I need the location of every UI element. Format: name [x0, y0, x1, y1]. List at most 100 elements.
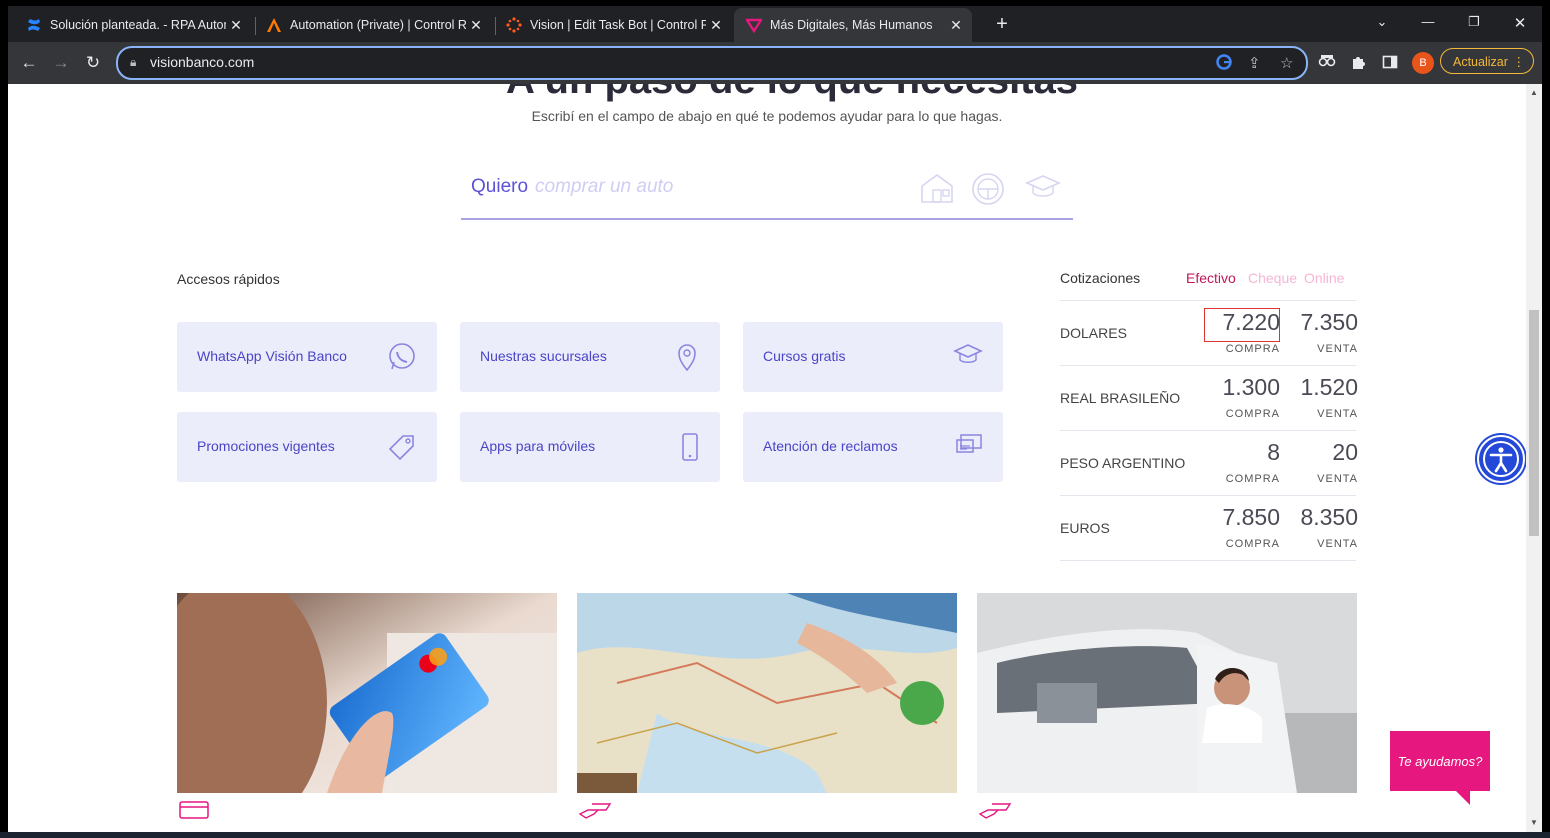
quote-row: REAL BRASILEÑO 1.300 1.520 COMPRA VENTA — [1060, 366, 1358, 431]
close-tab-icon[interactable]: ✕ — [946, 17, 966, 34]
update-button[interactable]: Actualizar ⋮ — [1440, 48, 1534, 74]
buy-label: COMPRA — [1225, 408, 1280, 420]
close-tab-icon[interactable]: ✕ — [466, 17, 486, 34]
tab-efectivo[interactable]: Efectivo — [1186, 270, 1236, 286]
buy-label: COMPRA — [1225, 473, 1280, 485]
taskbar-edge — [0, 832, 1550, 838]
currency-name: PESO ARGENTINO — [1060, 455, 1186, 471]
house-icon[interactable] — [919, 172, 955, 209]
maximize-icon[interactable]: ❐ — [1454, 14, 1494, 30]
help-chat-button[interactable]: Te ayudamos? — [1390, 731, 1490, 791]
smartphone-icon — [680, 432, 700, 467]
currency-name: DOLARES — [1060, 325, 1127, 341]
address-bar[interactable]: 🔒︎ visionbanco.com ⇪ ☆ — [116, 46, 1308, 80]
accessibility-icon — [1483, 441, 1519, 477]
quick-access-label: WhatsApp Visión Banco — [197, 348, 347, 364]
graduation-cap-icon — [953, 342, 983, 373]
promo-image-map[interactable] — [577, 593, 957, 793]
steering-wheel-icon[interactable] — [971, 172, 1005, 211]
lock-icon[interactable]: 🔒︎ — [130, 55, 136, 70]
new-tab-button[interactable]: + — [990, 12, 1014, 36]
buy-label: COMPRA — [1225, 538, 1280, 550]
automation-anywhere-icon — [266, 17, 282, 33]
tab-cheque[interactable]: Cheque — [1248, 270, 1297, 286]
google-icon[interactable] — [1216, 54, 1232, 74]
share-icon[interactable]: ⇪ — [1248, 54, 1261, 72]
scroll-down-icon[interactable]: ▼ — [1529, 818, 1539, 827]
tab-solucion[interactable]: Solución planteada. - RPA Autom ✕ — [14, 8, 252, 42]
sell-label: VENTA — [1317, 538, 1358, 550]
profile-avatar[interactable]: B — [1412, 52, 1434, 74]
buy-label: COMPRA — [1225, 343, 1280, 355]
confluence-icon — [26, 17, 42, 33]
tab-search-icon[interactable]: ⌄ — [1362, 14, 1402, 30]
price-tag-icon — [388, 432, 417, 467]
extensions-puzzle-icon[interactable] — [1350, 54, 1366, 74]
minimize-icon[interactable]: — — [1408, 14, 1448, 29]
quick-access-label: Atención de reclamos — [763, 438, 898, 454]
tab-strip: Solución planteada. - RPA Autom ✕ Automa… — [8, 6, 1542, 42]
sell-value: 1.520 — [1300, 374, 1358, 400]
promo-image-credit-card[interactable] — [177, 593, 557, 793]
search-prefix: Quiero — [471, 176, 529, 197]
scroll-up-icon[interactable]: ▲ — [1529, 88, 1539, 97]
sell-value: 20 — [1332, 439, 1358, 465]
reload-icon[interactable]: ↻ — [82, 52, 104, 74]
quick-access-cursos[interactable]: Cursos gratis — [743, 322, 1003, 392]
hand-money-icon — [978, 800, 1012, 825]
browser-toolbar: ← → ↻ 🔒︎ visionbanco.com ⇪ ☆ B Actualiza… — [8, 42, 1542, 84]
hand-money-icon — [578, 800, 612, 825]
help-chat-tail — [1456, 791, 1470, 805]
complaint-monitor-icon — [955, 432, 983, 463]
quick-access-label: Cursos gratis — [763, 348, 846, 364]
highlight-selection-box — [1204, 308, 1280, 342]
hero-subtitle: Escribí en el campo de abajo en qué te p… — [531, 108, 1003, 124]
scrollbar-thumb[interactable] — [1529, 310, 1539, 536]
quick-access-whatsapp[interactable]: WhatsApp Visión Banco — [177, 322, 437, 392]
more-menu-icon[interactable]: ⋮ — [1513, 49, 1526, 75]
close-window-icon[interactable]: ✕ — [1500, 14, 1540, 32]
buy-value: 8 — [1267, 439, 1280, 465]
vision-banco-icon — [746, 17, 762, 33]
search-box[interactable]: Quiero — [461, 168, 1073, 220]
quick-access-sucursales[interactable]: Nuestras sucursales — [460, 322, 720, 392]
tab-title: Automation (Private) | Control Ro — [290, 18, 466, 32]
whatsapp-icon — [387, 342, 417, 377]
tab-online[interactable]: Online — [1304, 270, 1344, 286]
back-icon[interactable]: ← — [18, 52, 40, 74]
buy-value: 7.850 — [1222, 504, 1280, 530]
sell-value: 8.350 — [1300, 504, 1358, 530]
forward-icon[interactable]: → — [50, 52, 72, 74]
search-input[interactable] — [535, 176, 895, 198]
location-pin-icon — [674, 342, 700, 377]
quick-access-reclamos[interactable]: Atención de reclamos — [743, 412, 1003, 482]
quotes-title: Cotizaciones — [1060, 270, 1141, 286]
quick-access-promociones[interactable]: Promociones vigentes — [177, 412, 437, 482]
sell-value: 7.350 — [1300, 309, 1358, 335]
side-panel-icon[interactable] — [1382, 54, 1398, 74]
quick-access-label: Promociones vigentes — [197, 438, 335, 454]
currency-name: EUROS — [1060, 520, 1110, 536]
update-label: Actualizar — [1453, 55, 1508, 69]
promo-image-car[interactable] — [977, 593, 1357, 793]
page-viewport: A un paso de lo que necesitas Escribí en… — [8, 84, 1526, 832]
tab-automation[interactable]: Automation (Private) | Control Ro ✕ — [254, 8, 492, 42]
accessibility-button[interactable] — [1477, 435, 1525, 483]
quick-access-label: Apps para móviles — [480, 438, 596, 454]
tab-vision-bot[interactable]: Vision | Edit Task Bot | Control Ro ✕ — [494, 8, 732, 42]
tab-title: Más Digitales, Más Humanos — [770, 18, 933, 32]
bookmark-star-icon[interactable]: ☆ — [1280, 54, 1293, 72]
graduation-cap-icon[interactable] — [1025, 174, 1061, 205]
quick-access-apps[interactable]: Apps para móviles — [460, 412, 720, 482]
quote-row: EUROS 7.850 8.350 COMPRA VENTA — [1060, 496, 1358, 561]
close-tab-icon[interactable]: ✕ — [226, 17, 246, 34]
page-scrollbar[interactable]: ▲ ▼ — [1526, 84, 1542, 832]
url-text[interactable]: visionbanco.com — [150, 54, 254, 70]
tab-vision-banco[interactable]: Más Digitales, Más Humanos ✕ — [734, 8, 972, 42]
close-tab-icon[interactable]: ✕ — [706, 17, 726, 34]
extension-spy-icon[interactable] — [1318, 54, 1336, 72]
sell-label: VENTA — [1317, 343, 1358, 355]
sell-label: VENTA — [1317, 473, 1358, 485]
tab-title: Vision | Edit Task Bot | Control Ro — [530, 18, 706, 32]
credit-card-icon — [179, 800, 209, 825]
